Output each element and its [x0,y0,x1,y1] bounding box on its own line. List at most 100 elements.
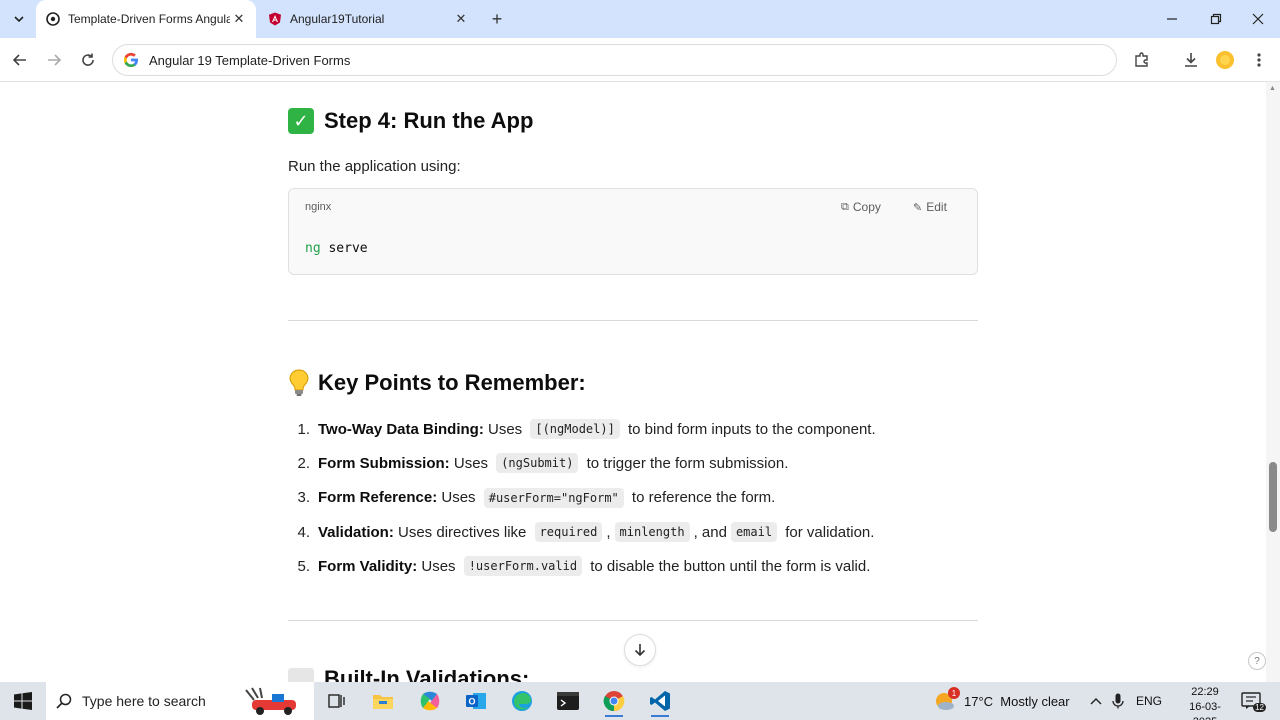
vscode-button[interactable] [641,685,679,717]
inline-code: #userForm="ngForm" [483,487,624,508]
windows-logo-icon [14,692,32,710]
terminal-button[interactable] [549,685,587,717]
edit-button[interactable]: ✎ Edit [913,200,947,214]
help-button[interactable]: ? [1248,652,1266,670]
reload-button[interactable] [75,47,101,73]
clock-date: 16-03-2025 [1189,701,1221,720]
divider [288,620,978,621]
search-icon [56,693,72,709]
close-tab-icon[interactable]: ✕ [452,10,470,28]
address-bar[interactable]: Angular 19 Template-Driven Forms [112,44,1117,76]
extensions-button[interactable] [1129,47,1155,73]
point-text: Uses [483,420,527,438]
start-button[interactable] [0,682,46,720]
close-icon [1252,13,1264,25]
profile-button[interactable] [1212,47,1238,73]
pencil-icon: ✎ [913,201,923,214]
light-bulb-icon [289,369,309,396]
step-heading: ✓ Step 4: Run the App [288,108,533,134]
inline-code: email [730,522,778,543]
inline-code: !userForm.valid [463,556,583,577]
point-text: Uses directives like [393,523,531,541]
outlook-button[interactable]: O [457,685,495,717]
page-scrollbar[interactable]: ▲ [1266,82,1280,682]
weather-icon: 1 [932,687,960,713]
scroll-up-arrow-icon[interactable]: ▲ [1269,85,1276,92]
task-view-button[interactable] [318,685,356,717]
menu-button[interactable] [1246,47,1272,73]
copilot-button[interactable] [411,685,449,717]
puzzle-icon [1135,52,1148,67]
inline-code: [(ngModel)] [530,419,620,440]
clock-time: 22:29 [1191,686,1219,698]
chevron-up-icon [1090,698,1102,705]
point-text: Uses [437,489,480,507]
code-keyword: ng [305,241,321,256]
edge-button[interactable] [503,685,541,717]
weather-badge: 1 [948,687,960,699]
microphone-button[interactable] [1112,682,1124,720]
list-item: 3. Form Reference: Uses #userForm="ngFor… [288,481,978,515]
list-number: 3. [297,489,310,507]
weather-text: 17°C Mostly clear [964,693,1070,709]
chrome-button[interactable] [595,685,633,717]
point-text: for validation. [781,523,875,541]
restore-button[interactable] [1194,0,1238,38]
google-icon [124,52,138,67]
built-in-validations-heading: Built-In Validations: [288,666,529,682]
reload-icon [82,53,94,66]
list-number: 4. [297,523,310,541]
close-tab-icon[interactable]: ✕ [230,10,248,28]
point-text: , and [693,523,727,541]
code-block: nginx ⧉ Copy ✎ Edit ng serve [288,188,978,275]
language-indicator[interactable]: ENG [1136,682,1162,720]
clock[interactable]: 22:29 16-03-2025 [1180,685,1230,720]
copy-label: Copy [852,200,881,214]
scroll-down-button[interactable] [624,634,656,666]
new-tab-button[interactable]: + [486,8,508,30]
back-button[interactable] [7,47,33,73]
angular-icon [269,12,281,26]
run-text: Run the application using: [288,158,461,175]
vscode-icon [650,691,670,711]
restore-icon [1210,13,1222,25]
tab-strip: Template-Driven Forms Angular ✕ Angular1… [0,0,1280,38]
point-text: Uses [449,454,493,472]
avatar [1216,51,1234,69]
edge-icon [512,691,532,711]
file-explorer-button[interactable] [364,685,402,717]
point-text: to trigger the form submission. [582,454,789,472]
downloads-button[interactable] [1178,47,1204,73]
memo-icon [288,668,314,682]
search-highlight-icon [245,687,296,715]
task-view-icon [328,694,345,708]
code-language: nginx [305,201,332,213]
download-icon [1185,53,1197,67]
code-rest: serve [320,241,368,256]
arrow-right-icon [48,54,62,66]
browser-toolbar: Angular 19 Template-Driven Forms [0,38,1280,82]
minimize-icon [1167,18,1177,20]
taskbar-search[interactable]: Type here to search [46,682,314,720]
code-line: ng serve [305,241,368,256]
search-placeholder: Type here to search [82,693,206,709]
list-item: 5. Form Validity: Uses !userForm.valid t… [288,549,978,583]
inline-code: (ngSubmit) [496,453,579,474]
copy-button[interactable]: ⧉ Copy [841,200,881,214]
forward-button[interactable] [41,47,67,73]
inline-code: minlength [614,522,690,543]
weather-widget[interactable]: 1 17°C Mostly clear [932,682,1070,720]
list-item: 4. Validation: Uses directives like requ… [288,515,978,549]
notifications-button[interactable]: 12 [1238,688,1266,714]
tab-search-button[interactable] [8,8,30,30]
scrollbar-thumb[interactable] [1269,462,1277,532]
tab-angular19tutorial[interactable]: Angular19Tutorial ✕ [258,0,478,38]
edit-label: Edit [926,200,947,214]
point-title: Validation: [318,523,394,541]
tab-template-driven-forms[interactable]: Template-Driven Forms Angular ✕ [36,0,256,38]
show-hidden-icons-button[interactable] [1090,682,1102,720]
minimize-button[interactable] [1150,0,1194,38]
chrome-icon [603,691,625,712]
close-window-button[interactable] [1236,0,1280,38]
tab-title: Template-Driven Forms Angular [68,12,230,26]
